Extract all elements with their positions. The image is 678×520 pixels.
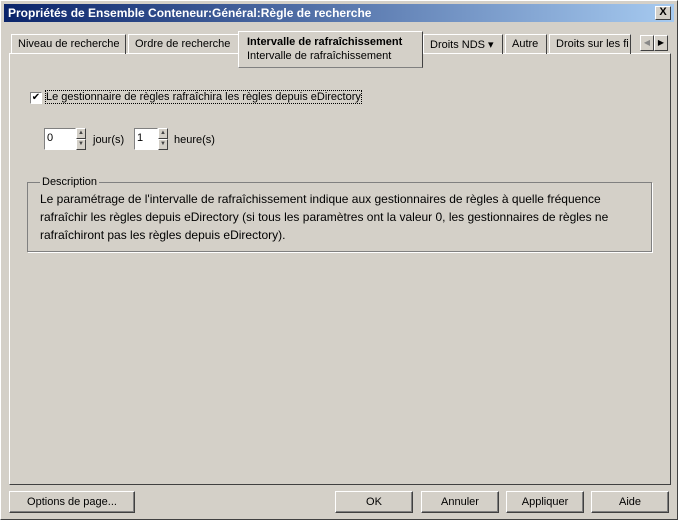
- tab-scroll-left-icon[interactable]: ◀: [640, 35, 654, 51]
- tab-sublabel[interactable]: Intervalle de rafraîchissement: [247, 50, 414, 62]
- cancel-button[interactable]: Annuler: [421, 491, 499, 513]
- dialog-window: Propriétés de Ensemble Conteneur:Général…: [0, 0, 678, 520]
- days-spin-down-icon[interactable]: ▼: [76, 139, 86, 150]
- apply-button[interactable]: Appliquer: [506, 491, 584, 513]
- tab-autre[interactable]: Autre: [505, 34, 547, 54]
- close-button[interactable]: X: [655, 6, 671, 20]
- refresh-checkbox-label[interactable]: Le gestionnaire de règles rafraîchira le…: [45, 90, 362, 104]
- description-text: Le paramétrage de l'intervalle de rafraî…: [40, 192, 609, 242]
- refresh-checkbox[interactable]: ✔: [30, 92, 42, 104]
- tab-droits-nds[interactable]: Droits NDS ▾: [423, 34, 503, 54]
- hours-spin-up-icon[interactable]: ▲: [158, 128, 168, 139]
- hours-input[interactable]: 1: [134, 128, 158, 150]
- help-button[interactable]: Aide: [591, 491, 669, 513]
- tab-panel: [9, 53, 671, 485]
- description-group: Description Le paramétrage de l'interval…: [27, 176, 652, 252]
- days-spin-up-icon[interactable]: ▲: [76, 128, 86, 139]
- hours-spin-down-icon[interactable]: ▼: [158, 139, 168, 150]
- days-input[interactable]: 0: [44, 128, 76, 150]
- tab-intervalle-de-rafraichissement[interactable]: Intervalle de rafraîchissement Intervalle…: [238, 31, 423, 68]
- ok-button[interactable]: OK: [335, 491, 413, 513]
- days-label: jour(s): [93, 134, 125, 146]
- hours-label: heure(s): [174, 134, 215, 146]
- page-options-button[interactable]: Options de page...: [9, 491, 135, 513]
- tab-niveau-de-recherche[interactable]: Niveau de recherche: [11, 34, 126, 54]
- tab-droits-sur-les-fichiers[interactable]: Droits sur les fi: [549, 34, 631, 54]
- tab-label: Intervalle de rafraîchissement: [247, 36, 403, 48]
- description-title: Description: [42, 176, 98, 188]
- title-bar: Propriétés de Ensemble Conteneur:Général…: [4, 4, 674, 22]
- window-title: Propriétés de Ensemble Conteneur:Général…: [8, 6, 372, 20]
- tab-ordre-de-recherche[interactable]: Ordre de recherche: [128, 34, 240, 54]
- tab-scroll-right-icon[interactable]: ▶: [654, 35, 668, 51]
